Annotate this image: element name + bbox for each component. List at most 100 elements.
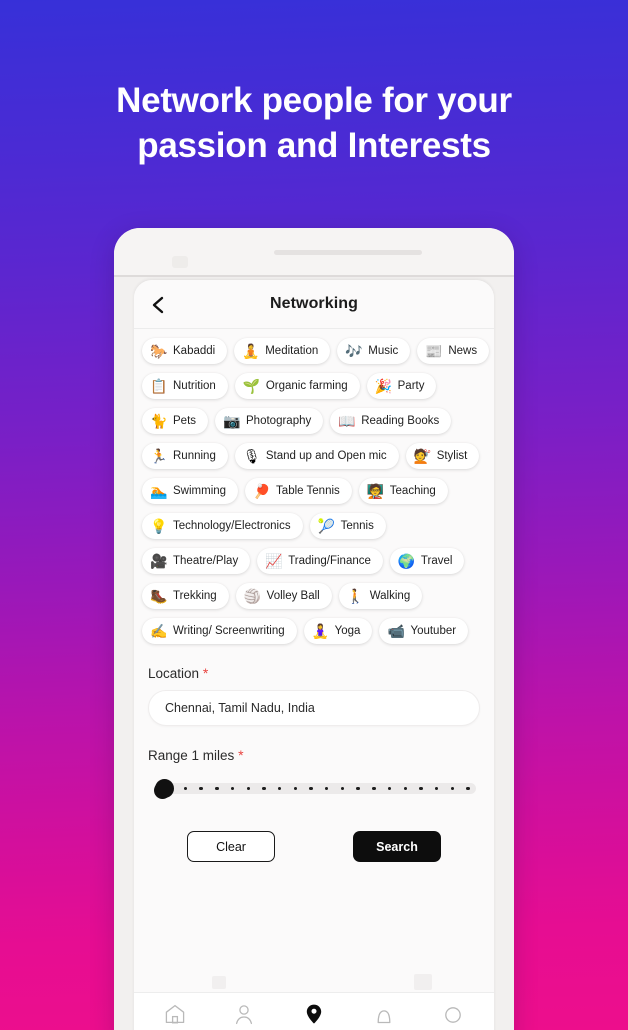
- interest-chip-label: Party: [397, 379, 425, 392]
- interest-chip[interactable]: 🎉 Party: [366, 373, 437, 399]
- range-slider-thumb[interactable]: [155, 779, 174, 798]
- app-header: Networking: [134, 280, 494, 329]
- page-title: Network people for your passion and Inte…: [116, 81, 512, 165]
- interest-chip[interactable]: 💡 Technology/Electronics: [142, 513, 303, 539]
- interest-chip-label: Stand up and Open mic: [265, 449, 387, 462]
- interest-chip-label: Tennis: [340, 519, 374, 532]
- interest-chip-label: Stylist: [436, 449, 468, 462]
- interest-chip[interactable]: 📋 Nutrition: [142, 373, 228, 399]
- interest-chip-label: Trekking: [173, 589, 217, 602]
- interest-chip[interactable]: 📖 Reading Books: [330, 408, 452, 434]
- interest-chip-label: Reading Books: [361, 414, 440, 427]
- interest-chip-icon: 🚶: [346, 588, 365, 604]
- screen-divider: [114, 275, 514, 277]
- bottom-navigation: [134, 992, 494, 1030]
- chip-row: 🥾 Trekking 🏐 Volley Ball 🚶 Walking: [142, 583, 486, 609]
- range-slider-tick: [262, 786, 266, 791]
- interest-chip-icon: 🐈: [150, 413, 168, 429]
- range-slider-tick: [387, 786, 392, 791]
- interest-chip[interactable]: 🧘 Meditation: [234, 338, 331, 364]
- search-icon: [441, 1002, 465, 1030]
- chip-row: 💡 Technology/Electronics 🎾 Tennis: [142, 513, 486, 539]
- interest-chip-label: Trading/Finance: [288, 554, 371, 567]
- interest-chip-icon: 🏊: [150, 483, 168, 499]
- interest-chip[interactable]: 🥾 Trekking: [142, 583, 229, 609]
- interest-chip-icon: 📈: [265, 553, 283, 569]
- range-required-asterisk: *: [238, 747, 244, 763]
- interest-chip[interactable]: 🎥 Theatre/Play: [142, 548, 251, 574]
- interest-chip[interactable]: 🎶 Music: [337, 338, 411, 364]
- range-slider-tick: [215, 786, 219, 791]
- interest-chip[interactable]: ✍ Writing/ Screenwriting: [142, 618, 297, 644]
- interest-chip-label: Youtuber: [410, 624, 457, 637]
- chip-row: 🐎 Kabaddi 🧘 Meditation 🎶 Music 📰 News: [142, 338, 490, 364]
- interest-chip[interactable]: 📈 Trading/Finance: [257, 548, 383, 574]
- home-icon: [163, 1002, 187, 1030]
- search-form: Location * Chennai, Tamil Nadu, India Ra…: [134, 653, 494, 862]
- interest-chip-label: Travel: [420, 554, 453, 567]
- interest-chip[interactable]: 🎙 Stand up and Open mic: [234, 443, 399, 469]
- interest-chip-icon: 💡: [150, 518, 168, 534]
- interest-chip[interactable]: 🏃 Running: [142, 443, 228, 469]
- phone-mockup: Networking 🐎 Kabaddi 🧘 Meditation 🎶 Music 📰 New…: [114, 228, 514, 1030]
- interest-chip[interactable]: 🏓 Table Tennis: [245, 478, 352, 504]
- nav-item-home[interactable]: [152, 997, 198, 1030]
- range-slider[interactable]: [154, 777, 476, 799]
- interest-chip-label: Yoga: [334, 624, 361, 637]
- scroll-indicator: [134, 974, 494, 992]
- interest-chip[interactable]: 📰 News: [417, 338, 490, 364]
- status-bar-indicator: [172, 256, 188, 268]
- interest-chip-icon: 🎶: [345, 343, 363, 359]
- bell-icon: [372, 1002, 396, 1030]
- interest-chip-label: Organic farming: [265, 379, 348, 392]
- nav-item-search[interactable]: [430, 997, 476, 1030]
- interest-chip[interactable]: 🚶 Walking: [338, 583, 423, 609]
- interest-chip-icon: 🏐: [243, 588, 262, 604]
- interest-chip[interactable]: 🐈 Pets: [142, 408, 209, 434]
- interest-chip-icon: 🥾: [150, 588, 168, 604]
- interest-chip-icon: 🌱: [242, 378, 261, 394]
- interest-chip-label: Pets: [173, 414, 197, 427]
- nav-item-location[interactable]: [291, 997, 337, 1030]
- interest-chip[interactable]: 🏊 Swimming: [142, 478, 239, 504]
- range-slider-tick: [246, 786, 250, 791]
- range-slider-tick: [403, 786, 407, 791]
- interest-chip-icon: 📹: [387, 623, 405, 639]
- range-slider-tick: [325, 786, 329, 791]
- interest-chip-label: Table Tennis: [276, 484, 340, 497]
- nav-item-notifications[interactable]: [361, 997, 407, 1030]
- range-slider-ticks: [168, 783, 470, 794]
- range-slider-tick: [450, 786, 455, 791]
- interest-chip[interactable]: 🌱 Organic farming: [234, 373, 360, 399]
- chip-row: ✍ Writing/ Screenwriting 🧘‍♀️ Yoga 📹 Youtuber: [142, 618, 486, 644]
- interest-chip-label: Theatre/Play: [173, 554, 239, 567]
- interest-chip[interactable]: 💇 Stylist: [405, 443, 480, 469]
- interest-chip[interactable]: 🌍 Travel: [389, 548, 465, 574]
- range-label: Range 1 miles *: [148, 747, 480, 763]
- interest-chip-icon: 🐎: [150, 343, 168, 359]
- interest-chip[interactable]: 📹 Youtuber: [379, 618, 469, 644]
- nav-item-profile[interactable]: [221, 997, 267, 1030]
- interest-chip[interactable]: 🧑‍🏫 Teaching: [358, 478, 448, 504]
- interest-chip-icon: 🎾: [317, 518, 336, 534]
- clear-button[interactable]: Clear: [187, 831, 275, 862]
- location-input[interactable]: Chennai, Tamil Nadu, India: [148, 690, 480, 726]
- form-actions: Clear Search: [148, 831, 480, 862]
- chip-row: 🏊 Swimming 🏓 Table Tennis 🧑‍🏫 Teaching: [142, 478, 486, 504]
- person-icon: [232, 1002, 256, 1030]
- interest-chips-list: 🐎 Kabaddi 🧘 Meditation 🎶 Music 📰 News 📋 Nutrition…: [134, 329, 494, 644]
- interest-chip-label: Nutrition: [173, 379, 216, 392]
- back-button[interactable]: [144, 291, 172, 319]
- range-slider-tick: [340, 786, 345, 791]
- interest-chip-icon: 📷: [223, 413, 241, 429]
- interest-chip[interactable]: 🎾 Tennis: [309, 513, 386, 539]
- search-button[interactable]: Search: [353, 831, 441, 862]
- interest-chip[interactable]: 📷 Photography: [215, 408, 324, 434]
- interest-chip[interactable]: 🏐 Volley Ball: [235, 583, 332, 609]
- interest-chip-icon: 🎉: [374, 378, 393, 394]
- app-title: Networking: [269, 295, 359, 312]
- chip-row: 🏃 Running 🎙 Stand up and Open mic 💇 Stylist: [142, 443, 486, 469]
- range-slider-tick: [230, 786, 235, 791]
- interest-chip[interactable]: 🧘‍♀️ Yoga: [303, 618, 373, 644]
- interest-chip[interactable]: 🐎 Kabaddi: [142, 338, 228, 364]
